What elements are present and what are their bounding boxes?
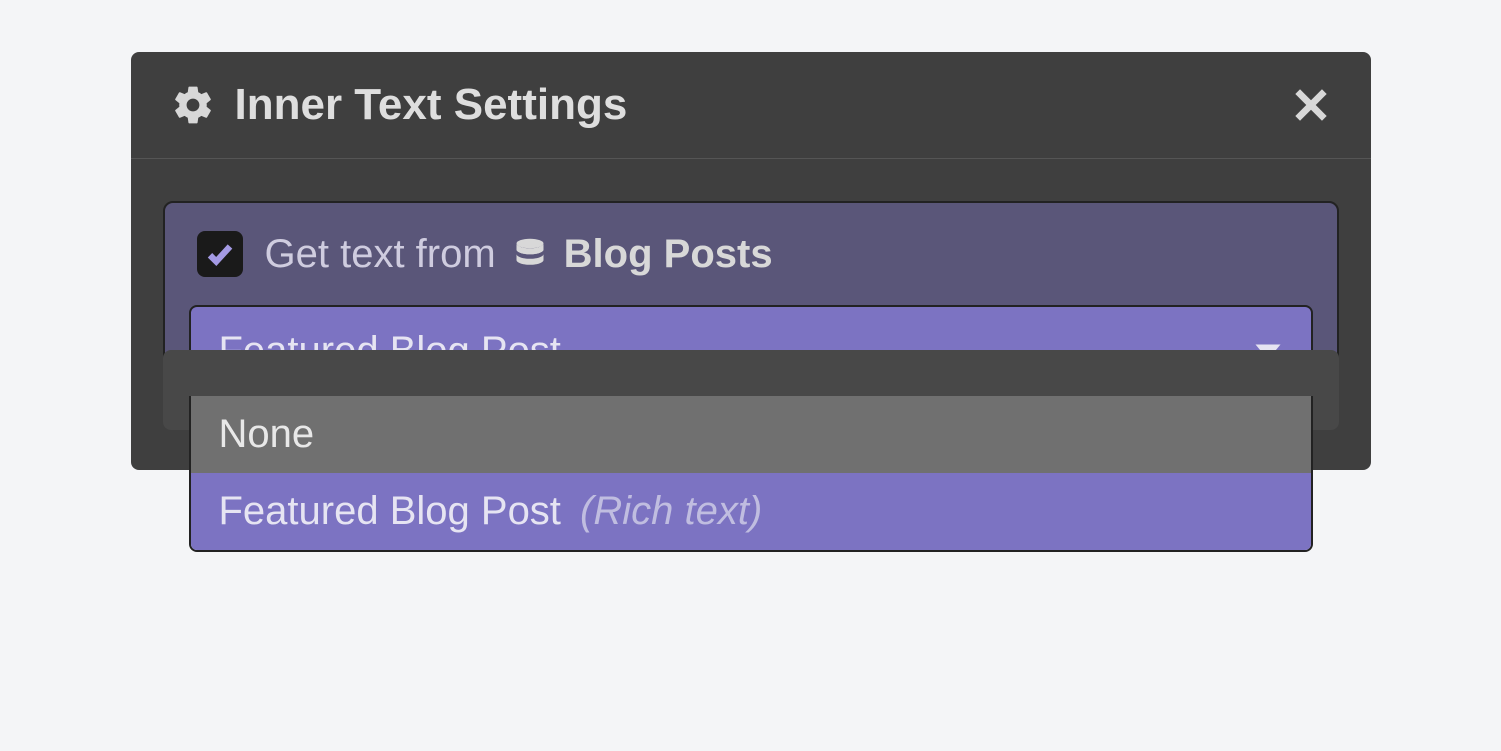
get-text-checkbox[interactable]: [197, 231, 243, 277]
check-icon: [205, 239, 235, 269]
panel-title-group: Inner Text Settings: [171, 80, 628, 130]
panel-header: Inner Text Settings: [131, 52, 1371, 159]
option-label: None: [219, 412, 315, 456]
dropdown-option-none[interactable]: None: [191, 396, 1311, 473]
label-prefix: Get text from: [265, 232, 496, 277]
binding-card: Get text from Blog Posts Featured Blog P…: [163, 201, 1339, 430]
panel-title: Inner Text Settings: [235, 80, 628, 130]
settings-panel: Inner Text Settings Get text from: [131, 52, 1371, 470]
database-icon: [512, 236, 548, 272]
checkbox-row: Get text from Blog Posts: [189, 231, 1313, 277]
close-icon[interactable]: [1291, 85, 1331, 125]
dropdown-option-featured[interactable]: Featured Blog Post (Rich text): [191, 473, 1311, 550]
checkbox-label: Get text from Blog Posts: [265, 232, 773, 277]
option-label: Featured Blog Post: [219, 489, 561, 533]
gear-icon: [171, 83, 215, 127]
field-dropdown: None Featured Blog Post (Rich text): [189, 396, 1313, 552]
option-type: (Rich text): [580, 489, 762, 533]
collection-name: Blog Posts: [564, 232, 773, 277]
panel-body: Get text from Blog Posts Featured Blog P…: [131, 159, 1371, 470]
